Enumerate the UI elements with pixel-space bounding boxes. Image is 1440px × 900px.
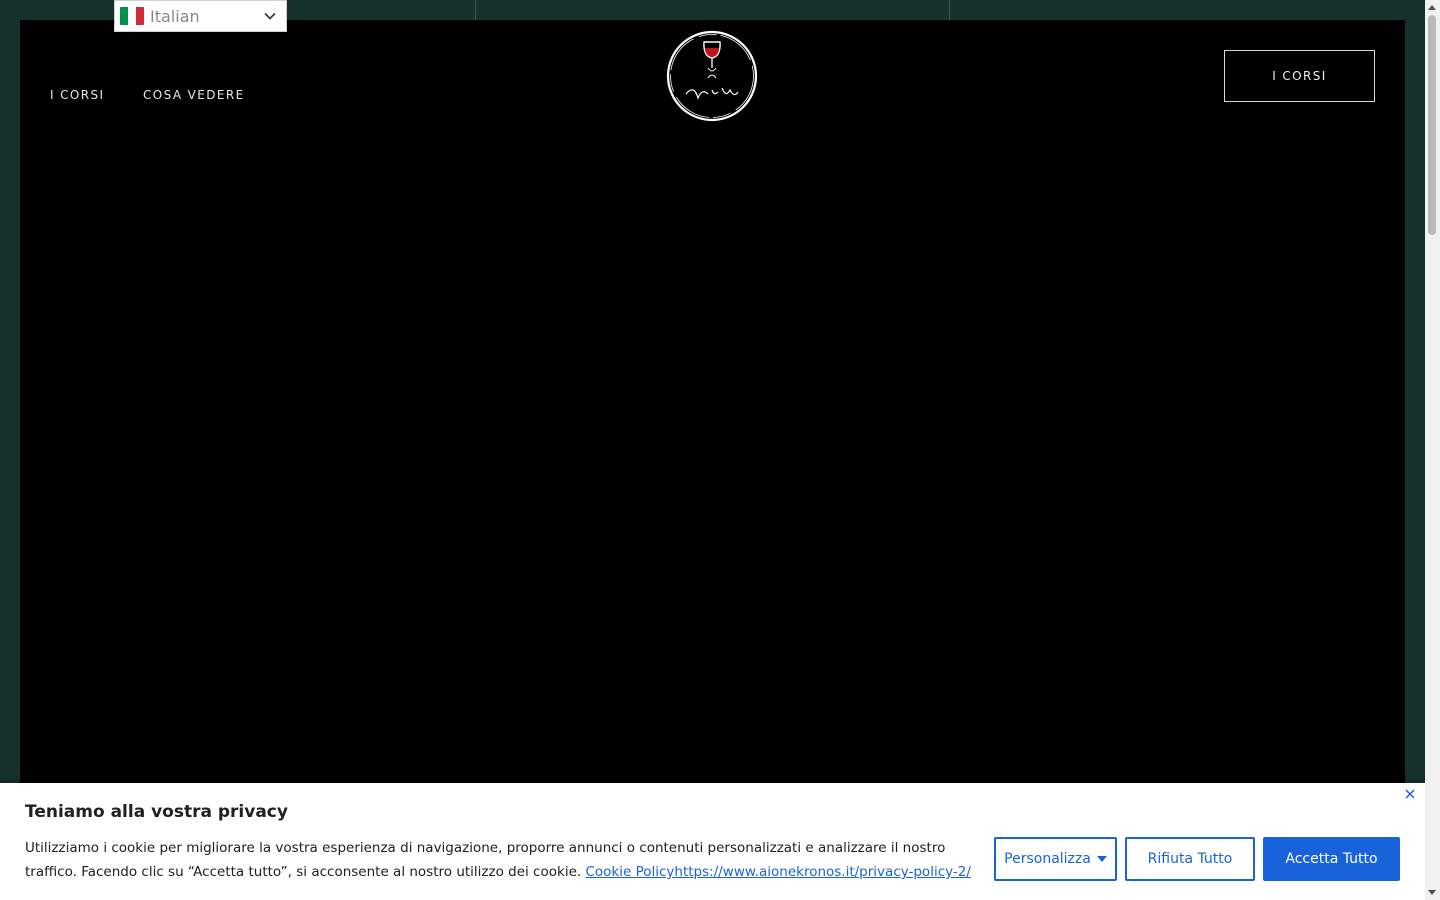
hero-section: I CORSI COSA VEDERE I CORSI: [20, 20, 1405, 900]
cookie-policy-link[interactable]: Cookie Policyhttps://www.aionekronos.it/…: [585, 864, 970, 880]
cookie-banner-title: Teniamo alla vostra privacy: [25, 802, 288, 822]
cookie-banner-text: Utilizziamo i cookie per migliorare la v…: [25, 836, 985, 884]
italy-flag-icon: [120, 7, 144, 25]
top-divider: [949, 0, 950, 20]
language-selector[interactable]: Italian: [114, 0, 287, 32]
logo-icon[interactable]: [664, 28, 760, 124]
page: Italian I CORSI COSA VEDERE I CORSI Teni…: [0, 0, 1440, 900]
top-divider: [475, 0, 476, 20]
language-selector-label: Italian: [150, 6, 200, 26]
scrollbar[interactable]: [1425, 0, 1440, 900]
nav-link-cosa-vedere[interactable]: COSA VEDERE: [143, 88, 245, 102]
caret-down-icon: [1096, 856, 1107, 862]
scroll-down-icon[interactable]: [1428, 890, 1436, 895]
chevron-down-icon: [264, 12, 276, 20]
cookie-banner: Teniamo alla vostra privacy Utilizziamo …: [0, 783, 1425, 900]
customize-button-label: Personalizza: [1004, 851, 1091, 867]
nav-link-i-corsi[interactable]: I CORSI: [50, 88, 104, 102]
scroll-thumb[interactable]: [1428, 15, 1436, 235]
reject-all-button[interactable]: Rifiuta Tutto: [1125, 837, 1255, 881]
customize-button[interactable]: Personalizza: [994, 837, 1117, 881]
scroll-up-icon[interactable]: [1428, 5, 1436, 10]
close-icon[interactable]: [1403, 787, 1417, 801]
cta-i-corsi-button[interactable]: I CORSI: [1224, 50, 1375, 102]
accept-all-button[interactable]: Accetta Tutto: [1263, 837, 1400, 881]
